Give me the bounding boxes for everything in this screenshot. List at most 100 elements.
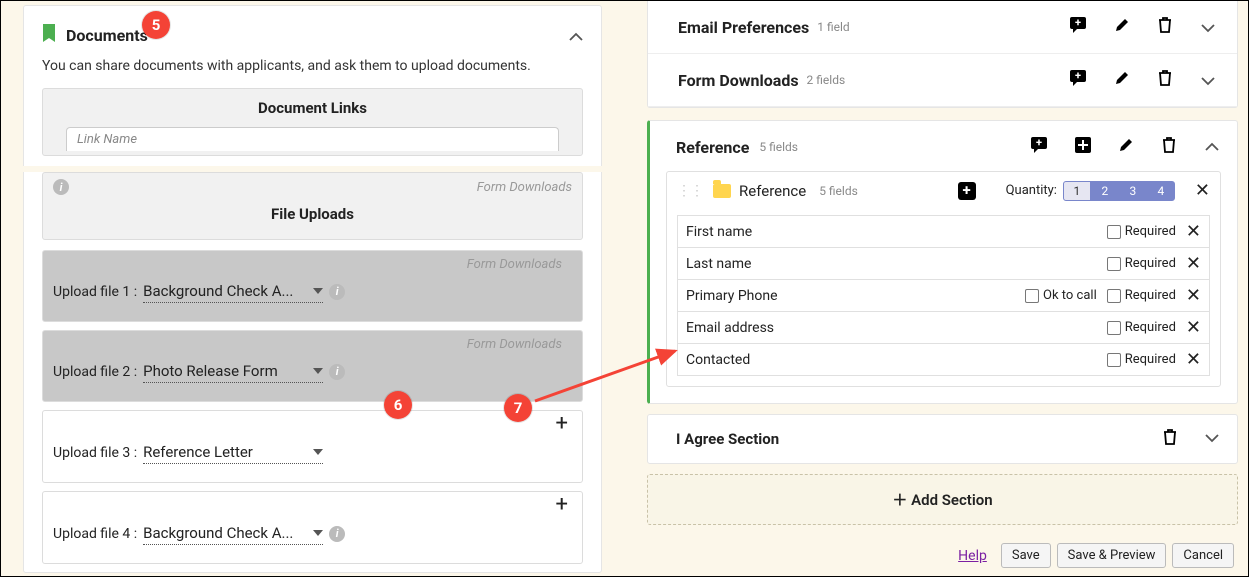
form-downloads-tag: Form Downloads <box>467 253 572 274</box>
close-icon[interactable]: ✕ <box>1195 180 1210 201</box>
document-links-subsection: Document Links Link Name <box>42 88 583 156</box>
info-icon[interactable]: i <box>329 364 345 380</box>
ok-to-call-checkbox[interactable]: Ok to call <box>1025 288 1097 303</box>
required-checkbox[interactable]: Required <box>1107 288 1176 303</box>
checkbox-icon <box>1107 257 1121 271</box>
info-icon[interactable]: i <box>329 526 345 542</box>
quantity-label: Quantity: <box>1006 183 1057 198</box>
section-row[interactable]: Form Downloads 2 fields + <box>648 54 1237 106</box>
section-field-count: 1 field <box>817 20 849 34</box>
field-row: Contacted Required ✕ <box>678 343 1209 375</box>
annotation-badge-5: 5 <box>142 11 170 39</box>
reference-title: Reference <box>676 138 749 157</box>
remove-field-icon[interactable]: ✕ <box>1186 317 1201 338</box>
reference-field-table: First name Required ✕ Last name Required… <box>677 215 1210 376</box>
plus-icon: ＋ <box>892 491 911 509</box>
required-checkbox[interactable]: Required <box>1107 224 1176 239</box>
i-agree-title: I Agree Section <box>676 430 779 448</box>
chevron-up-icon[interactable] <box>1203 139 1221 155</box>
edit-icon[interactable] <box>1117 137 1135 157</box>
documents-description: You can share documents with applicants,… <box>24 52 601 88</box>
checkbox-icon <box>1107 353 1121 367</box>
dropdown-icon <box>313 288 323 294</box>
reference-inner-count: 5 fields <box>819 184 858 198</box>
edit-icon[interactable] <box>1113 17 1131 37</box>
required-checkbox[interactable]: Required <box>1107 352 1176 367</box>
section-row[interactable]: Email Preferences 1 field + <box>648 1 1237 53</box>
documents-title: Documents <box>66 26 148 45</box>
documents-card: Documents 5 You can share documents with… <box>23 5 602 573</box>
section-title: Email Preferences <box>678 18 809 37</box>
info-icon[interactable]: i <box>329 284 345 300</box>
chevron-up-icon[interactable] <box>569 26 583 45</box>
quantity-option[interactable]: 3 <box>1119 181 1147 201</box>
reference-toolbar: + <box>1031 137 1221 157</box>
upload-select[interactable]: Photo Release Form <box>143 360 323 383</box>
help-link[interactable]: Help <box>958 548 987 564</box>
form-downloads-tag: Form Downloads <box>477 180 572 195</box>
documents-header[interactable]: Documents <box>24 6 601 52</box>
quantity-option[interactable]: 4 <box>1147 181 1175 201</box>
reference-section: Reference 5 fields + ⋮⋮ Reference 5 fiel… <box>647 120 1238 404</box>
upload-select[interactable]: Background Check A... <box>143 280 323 303</box>
annotation-badge-6: 6 <box>384 391 412 419</box>
upload-label: Upload file 2 : <box>53 364 137 380</box>
chevron-down-icon[interactable] <box>1199 18 1217 37</box>
i-agree-section[interactable]: I Agree Section <box>647 414 1238 464</box>
folder-icon <box>713 184 731 198</box>
quantity-option[interactable]: 1 <box>1063 181 1091 201</box>
comment-add-icon[interactable]: + <box>1031 137 1049 157</box>
save-preview-button[interactable]: Save & Preview <box>1057 543 1167 568</box>
inner-add-button[interactable]: + <box>958 182 976 200</box>
upload-block: Form Downloads Upload file 2 : Photo Rel… <box>42 330 583 402</box>
upload-select[interactable]: Reference Letter <box>143 441 323 464</box>
annotation-badge-7: 7 <box>504 394 532 422</box>
chevron-down-icon[interactable] <box>1199 71 1217 90</box>
bookmark-icon <box>42 24 56 46</box>
add-upload-button[interactable]: + <box>552 413 572 435</box>
cancel-button[interactable]: Cancel <box>1172 543 1234 568</box>
remove-field-icon[interactable]: ✕ <box>1186 285 1201 306</box>
drag-handle-icon[interactable]: ⋮⋮ <box>677 183 703 199</box>
delete-icon[interactable] <box>1156 17 1174 37</box>
file-uploads-subsection: i Form Downloads File Uploads <box>42 172 583 240</box>
required-checkbox[interactable]: Required <box>1107 320 1176 335</box>
quantity-option[interactable]: 2 <box>1091 181 1119 201</box>
dropdown-icon <box>313 530 323 536</box>
edit-icon[interactable] <box>1113 70 1131 90</box>
field-name: Last name <box>686 256 1107 272</box>
required-checkbox[interactable]: Required <box>1107 256 1176 271</box>
link-name-input[interactable]: Link Name <box>66 127 559 151</box>
upload-label: Upload file 3 : <box>53 445 137 461</box>
delete-icon[interactable] <box>1163 429 1177 449</box>
add-section-button[interactable]: ＋ Add Section <box>647 474 1238 525</box>
document-links-heading: Document Links <box>43 89 582 127</box>
upload-select[interactable]: Background Check A... <box>143 522 323 545</box>
field-name: Contacted <box>686 352 1107 368</box>
delete-icon[interactable] <box>1160 137 1178 157</box>
upload-select-value: Photo Release Form <box>143 362 307 380</box>
footer-buttons: Help Save Save & Preview Cancel <box>637 535 1248 580</box>
field-row: Email address Required ✕ <box>678 311 1209 343</box>
reference-inner-card: ⋮⋮ Reference 5 fields + Quantity: 1234 ✕… <box>666 171 1221 387</box>
add-icon[interactable] <box>1074 137 1092 157</box>
comment-add-icon[interactable]: + <box>1070 70 1088 90</box>
reference-header[interactable]: Reference 5 fields + <box>650 121 1237 171</box>
top-sections-card: Email Preferences 1 field + Form Downloa… <box>647 1 1238 108</box>
remove-field-icon[interactable]: ✕ <box>1186 253 1201 274</box>
remove-field-icon[interactable]: ✕ <box>1186 349 1201 370</box>
save-button[interactable]: Save <box>1001 543 1051 568</box>
comment-add-icon[interactable]: + <box>1070 17 1088 37</box>
upload-select-value: Background Check A... <box>143 282 307 300</box>
add-upload-button[interactable]: + <box>552 494 572 516</box>
info-icon[interactable]: i <box>53 179 69 195</box>
checkbox-icon <box>1107 289 1121 303</box>
delete-icon[interactable] <box>1156 70 1174 90</box>
checkbox-icon <box>1107 321 1121 335</box>
reference-field-count: 5 fields <box>759 140 798 154</box>
chevron-down-icon[interactable] <box>1205 431 1219 447</box>
field-name: Email address <box>686 320 1107 336</box>
field-row: Primary Phone Ok to call Required ✕ <box>678 279 1209 311</box>
remove-field-icon[interactable]: ✕ <box>1186 221 1201 242</box>
svg-text:+: + <box>1075 17 1081 29</box>
